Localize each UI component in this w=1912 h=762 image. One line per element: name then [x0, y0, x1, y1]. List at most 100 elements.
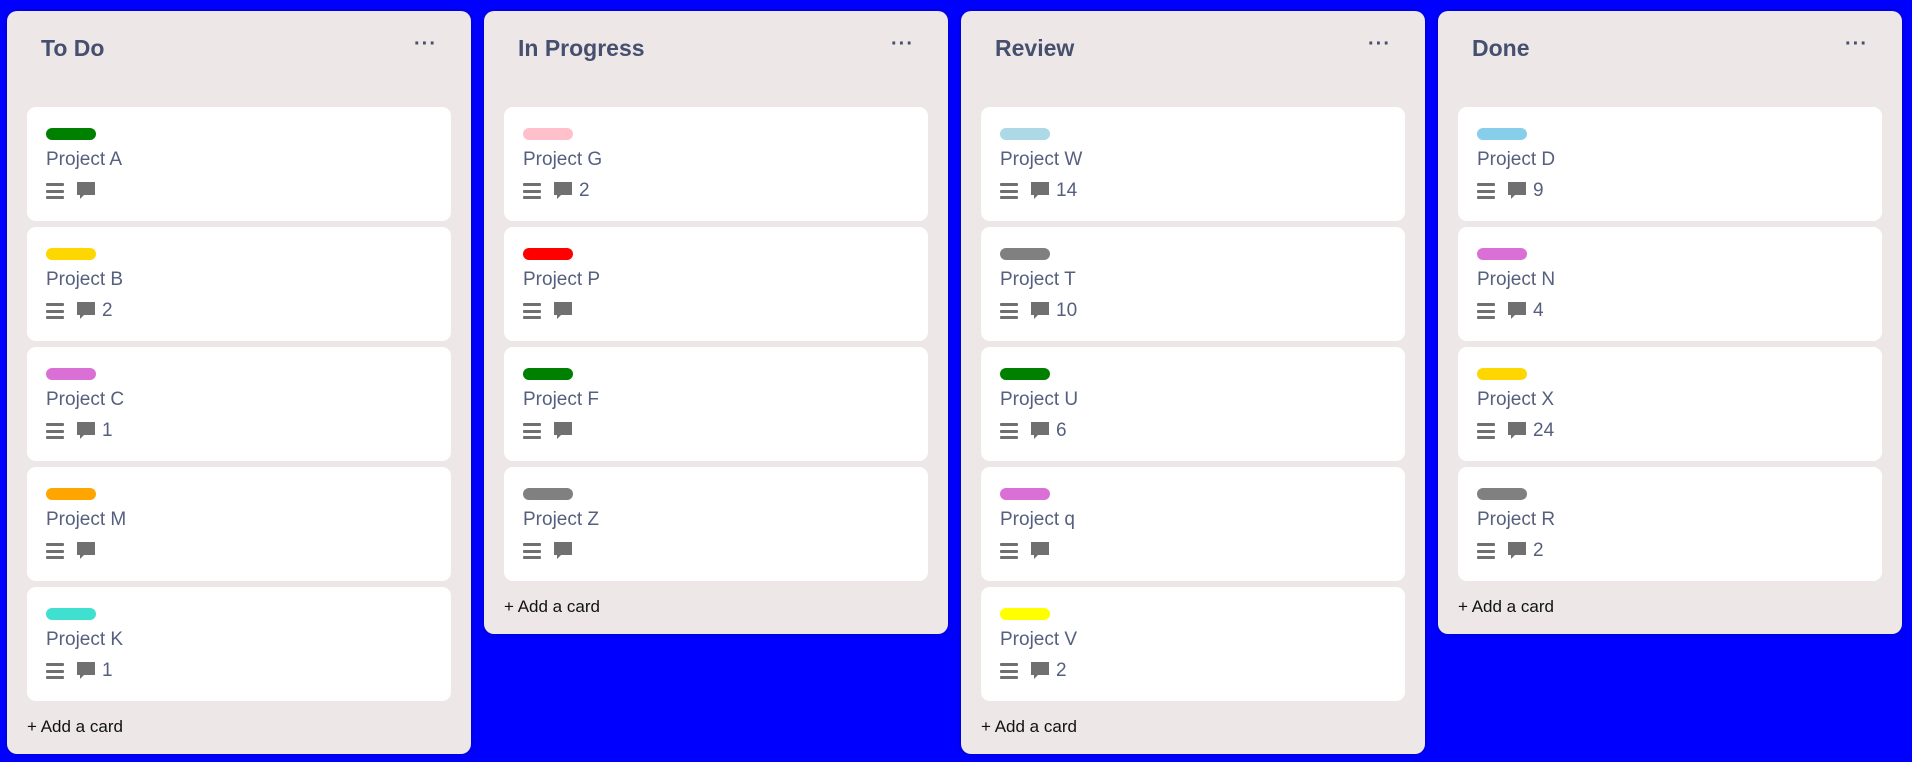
card-title: Project q: [1000, 509, 1075, 530]
comment-count: 9: [1533, 180, 1544, 201]
card-meta: 1: [46, 660, 432, 682]
card-label: [523, 488, 573, 500]
column-title: To Do: [41, 34, 105, 61]
card-meta: 24: [1477, 420, 1863, 442]
card-label: [46, 128, 96, 140]
card-title: Project V: [1000, 629, 1078, 650]
card-label: [46, 248, 96, 260]
card[interactable]: Project U 6: [981, 347, 1405, 461]
comment-count: 1: [102, 660, 113, 681]
comment-count: 6: [1056, 420, 1067, 441]
card-list: Project A Project B 2 Project C 1 Projec…: [27, 107, 451, 701]
comment-icon: [554, 302, 572, 319]
card-title: Project U: [1000, 389, 1079, 410]
comment-count: 2: [1533, 540, 1544, 561]
card-label: [523, 248, 573, 260]
card[interactable]: Project R 2: [1458, 467, 1882, 581]
card-label: [1477, 248, 1527, 260]
card-meta: 2: [46, 300, 432, 322]
card-label: [46, 608, 96, 620]
comment-icon: [77, 182, 95, 199]
card-label: [46, 368, 96, 380]
card[interactable]: Project q: [981, 467, 1405, 581]
column-done: Done ··· Project D 9 Project N 4 Project…: [1438, 11, 1902, 634]
card-meta: 1: [46, 420, 432, 442]
card[interactable]: Project W 14: [981, 107, 1405, 221]
comment-count: 2: [102, 300, 113, 321]
card-title: Project B: [46, 269, 124, 290]
comment-icon: [1508, 422, 1526, 439]
card-meta: 4: [1477, 300, 1863, 322]
card-meta: 14: [1000, 180, 1386, 202]
more-icon[interactable]: ···: [414, 34, 437, 62]
card-title: Project F: [523, 389, 600, 410]
more-icon[interactable]: ···: [1368, 34, 1391, 62]
card[interactable]: Project K 1: [27, 587, 451, 701]
comment-icon: [77, 662, 95, 679]
card-label: [523, 368, 573, 380]
description-icon: [1477, 543, 1495, 559]
more-icon[interactable]: ···: [891, 34, 914, 62]
card[interactable]: Project M: [27, 467, 451, 581]
card-title: Project A: [46, 149, 123, 170]
card-title: Project T: [1000, 269, 1076, 290]
description-icon: [46, 423, 64, 439]
column-title: In Progress: [518, 34, 645, 61]
comment-icon: [77, 422, 95, 439]
add-card-button[interactable]: + Add a card: [981, 705, 1405, 749]
comment-icon: [554, 422, 572, 439]
card[interactable]: Project V 2: [981, 587, 1405, 701]
comment-icon: [1031, 542, 1049, 559]
description-icon: [46, 303, 64, 319]
column-header: In Progress ···: [504, 11, 928, 85]
card[interactable]: Project X 24: [1458, 347, 1882, 461]
column-header: To Do ···: [27, 11, 451, 85]
card[interactable]: Project D 9: [1458, 107, 1882, 221]
column-in-progress: In Progress ··· Project G 2 Project P Pr…: [484, 11, 948, 634]
card-title: Project M: [46, 509, 127, 530]
card[interactable]: Project B 2: [27, 227, 451, 341]
card-title: Project N: [1477, 269, 1556, 290]
description-icon: [523, 183, 541, 199]
comment-count: 2: [1056, 660, 1067, 681]
card-title: Project W: [1000, 149, 1083, 170]
description-icon: [1000, 663, 1018, 679]
card-meta: [46, 180, 432, 202]
card-title: Project R: [1477, 509, 1556, 530]
card[interactable]: Project P: [504, 227, 928, 341]
comment-icon: [554, 182, 572, 199]
card[interactable]: Project T 10: [981, 227, 1405, 341]
column-header: Review ···: [981, 11, 1405, 85]
description-icon: [1477, 423, 1495, 439]
card-meta: 2: [1000, 660, 1386, 682]
comment-icon: [1031, 182, 1049, 199]
more-icon[interactable]: ···: [1845, 34, 1868, 62]
card[interactable]: Project N 4: [1458, 227, 1882, 341]
card[interactable]: Project Z: [504, 467, 928, 581]
card-title: Project Z: [523, 509, 600, 530]
comment-icon: [554, 542, 572, 559]
card[interactable]: Project G 2: [504, 107, 928, 221]
card-title: Project K: [46, 629, 124, 650]
comment-count: 1: [102, 420, 113, 441]
card-title: Project P: [523, 269, 601, 290]
card-meta: 6: [1000, 420, 1386, 442]
description-icon: [1000, 543, 1018, 559]
card[interactable]: Project F: [504, 347, 928, 461]
card[interactable]: Project C 1: [27, 347, 451, 461]
card-label: [46, 488, 96, 500]
card-title: Project C: [46, 389, 125, 410]
comment-icon: [77, 542, 95, 559]
card[interactable]: Project A: [27, 107, 451, 221]
card-meta: [1000, 540, 1386, 562]
card-label: [1477, 488, 1527, 500]
comment-icon: [1031, 422, 1049, 439]
description-icon: [1477, 183, 1495, 199]
add-card-button[interactable]: + Add a card: [504, 585, 928, 629]
card-meta: 2: [523, 180, 909, 202]
add-card-button[interactable]: + Add a card: [1458, 585, 1882, 629]
comment-count: 24: [1533, 420, 1555, 441]
add-card-button[interactable]: + Add a card: [27, 705, 451, 749]
column-title: Done: [1472, 34, 1530, 61]
comment-icon: [1508, 302, 1526, 319]
